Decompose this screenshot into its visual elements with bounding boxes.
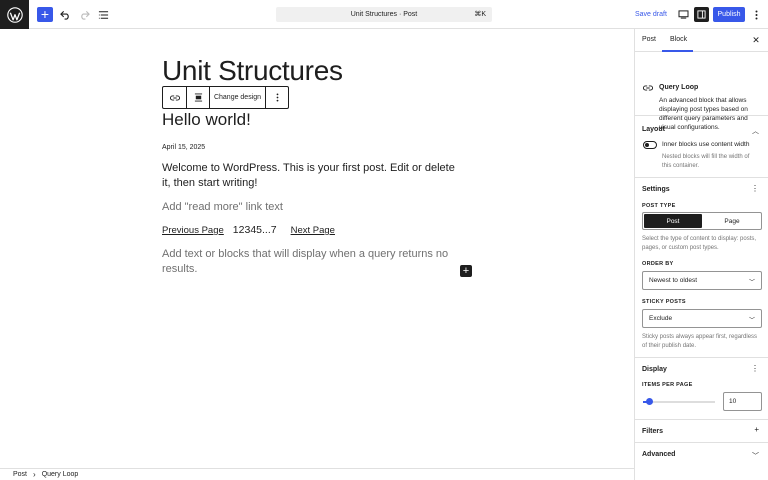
- settings-sidebar: Post Block ✕ Query Loop An advanced bloc…: [634, 29, 768, 480]
- wordpress-icon: [6, 6, 23, 23]
- content-width-toggle-label: Inner blocks use content width: [662, 141, 750, 148]
- close-settings-button[interactable]: ✕: [751, 35, 761, 45]
- settings-toggle-button[interactable]: [694, 7, 709, 22]
- plus-icon: +: [754, 425, 759, 434]
- change-design-button[interactable]: Change design: [210, 87, 266, 108]
- slider-thumb[interactable]: [645, 398, 653, 405]
- post-item-excerpt: Welcome to WordPress. This is your first…: [162, 162, 455, 189]
- advanced-panel: Advanced ﹀: [635, 443, 768, 466]
- document-overview-button[interactable]: [95, 7, 111, 22]
- order-by-select[interactable]: Newest to oldest ﹀: [642, 271, 762, 290]
- tab-post[interactable]: Post: [642, 36, 656, 43]
- sidebar-icon: [697, 10, 706, 19]
- add-filter-button[interactable]: +: [754, 425, 759, 434]
- post-item-date: April 15, 2025: [162, 144, 206, 151]
- align-button[interactable]: [187, 87, 210, 108]
- loop-icon: [169, 94, 180, 101]
- close-icon: ✕: [752, 35, 760, 45]
- sticky-posts-select[interactable]: Exclude ﹀: [642, 309, 762, 328]
- block-type-switcher[interactable]: [163, 87, 187, 108]
- undo-button[interactable]: [57, 7, 73, 22]
- document-title: Unit Structures · Post: [350, 11, 418, 18]
- settings-options-button[interactable]: ⋮: [751, 184, 759, 193]
- page-numbers[interactable]: 12345...7: [233, 224, 277, 236]
- items-per-page-label: Items per page: [642, 382, 693, 388]
- redo-button[interactable]: [76, 7, 92, 22]
- align-center-icon: [194, 93, 202, 102]
- plus-icon: +: [40, 6, 50, 22]
- block-card: Query Loop An advanced block that allows…: [635, 52, 768, 131]
- display-panel: Display ⋮ Items per page 10: [635, 358, 768, 420]
- post-type-label: Post type: [642, 203, 676, 209]
- post-type-help: Select the type of content to display: p…: [642, 236, 757, 251]
- loop-icon: [643, 85, 653, 91]
- chevron-down-icon[interactable]: ﹀: [752, 451, 759, 461]
- post-type-toggle-group: Post Page: [642, 212, 762, 230]
- redo-icon: [80, 10, 90, 20]
- wordpress-logo-button[interactable]: [0, 0, 29, 29]
- post-title[interactable]: Unit Structures: [162, 55, 343, 87]
- vertical-ellipsis-icon: ⋮: [751, 364, 759, 373]
- block-options-button[interactable]: [266, 87, 288, 108]
- breadcrumb-item-post[interactable]: Post: [13, 471, 27, 478]
- next-page-link[interactable]: Next Page: [291, 225, 335, 236]
- list-view-icon: [98, 10, 108, 19]
- sticky-posts-value: Exclude: [649, 315, 673, 322]
- command-shortcut: ⌘K: [474, 11, 486, 18]
- options-menu-button[interactable]: [751, 7, 761, 22]
- layout-panel-title[interactable]: Layout: [642, 126, 665, 133]
- order-by-label: Order by: [642, 261, 674, 267]
- breadcrumb-item-query-loop[interactable]: Query Loop: [42, 471, 79, 478]
- filters-panel: Filters +: [635, 420, 768, 443]
- undo-icon: [59, 10, 69, 20]
- query-pagination: Previous Page 12345...7 Next Page: [162, 224, 335, 236]
- order-by-value: Newest to oldest: [649, 277, 698, 284]
- display-options-button[interactable]: ⋮: [751, 364, 759, 373]
- chevron-up-icon[interactable]: ︿: [752, 126, 759, 136]
- items-per-page-slider[interactable]: [643, 398, 715, 405]
- block-card-title: Query Loop: [659, 84, 699, 91]
- block-appender-button[interactable]: +: [460, 265, 472, 277]
- breadcrumb: Post › Query Loop: [0, 468, 634, 480]
- settings-panel-title: Settings: [642, 186, 670, 193]
- chevron-down-icon: ﹀: [748, 280, 755, 286]
- tab-block[interactable]: Block: [670, 36, 687, 43]
- sidebar-tabs: Post Block ✕: [635, 29, 768, 52]
- content-width-help: Nested blocks will fill the width of thi…: [662, 154, 750, 169]
- sticky-posts-help: Sticky posts always appear first, regard…: [642, 334, 758, 349]
- post-type-option-page[interactable]: Page: [703, 213, 761, 229]
- filters-panel-title[interactable]: Filters: [642, 428, 663, 435]
- post-type-option-post[interactable]: Post: [644, 214, 702, 228]
- chevron-down-icon: ﹀: [748, 318, 755, 324]
- sticky-posts-label: Sticky posts: [642, 299, 686, 305]
- read-more-placeholder[interactable]: Add "read more" link text: [162, 201, 283, 213]
- preview-button[interactable]: [676, 7, 690, 22]
- editor-header: + Unit Structures · Post ⌘K Save draft P…: [0, 0, 768, 29]
- display-panel-title: Display: [642, 366, 667, 373]
- save-draft-button[interactable]: Save draft: [632, 7, 670, 22]
- advanced-panel-title[interactable]: Advanced: [642, 451, 675, 458]
- content-width-toggle[interactable]: [643, 141, 657, 149]
- no-results-placeholder[interactable]: Add text or blocks that will display whe…: [162, 247, 462, 277]
- publish-button[interactable]: Publish: [713, 7, 745, 22]
- vertical-ellipsis-icon: [276, 93, 278, 102]
- vertical-ellipsis-icon: ⋮: [751, 184, 759, 193]
- editor-canvas: Unit Structures Change design Hello worl…: [0, 29, 634, 468]
- previous-page-link[interactable]: Previous Page: [162, 225, 224, 236]
- post-item-title[interactable]: Hello world!: [162, 110, 251, 130]
- vertical-ellipsis-icon: [755, 10, 757, 19]
- items-per-page-input[interactable]: 10: [723, 392, 762, 411]
- block-inserter-toggle[interactable]: +: [37, 7, 53, 22]
- block-toolbar: Change design: [162, 86, 289, 109]
- layout-panel: Layout ︿ Inner blocks use content width …: [635, 116, 768, 178]
- chevron-right-icon: ›: [33, 470, 36, 479]
- plus-icon: +: [462, 265, 470, 277]
- settings-panel: Settings ⋮ Post type Post Page Select th…: [635, 178, 768, 358]
- desktop-icon: [678, 10, 688, 19]
- command-palette-button[interactable]: Unit Structures · Post ⌘K: [276, 7, 492, 22]
